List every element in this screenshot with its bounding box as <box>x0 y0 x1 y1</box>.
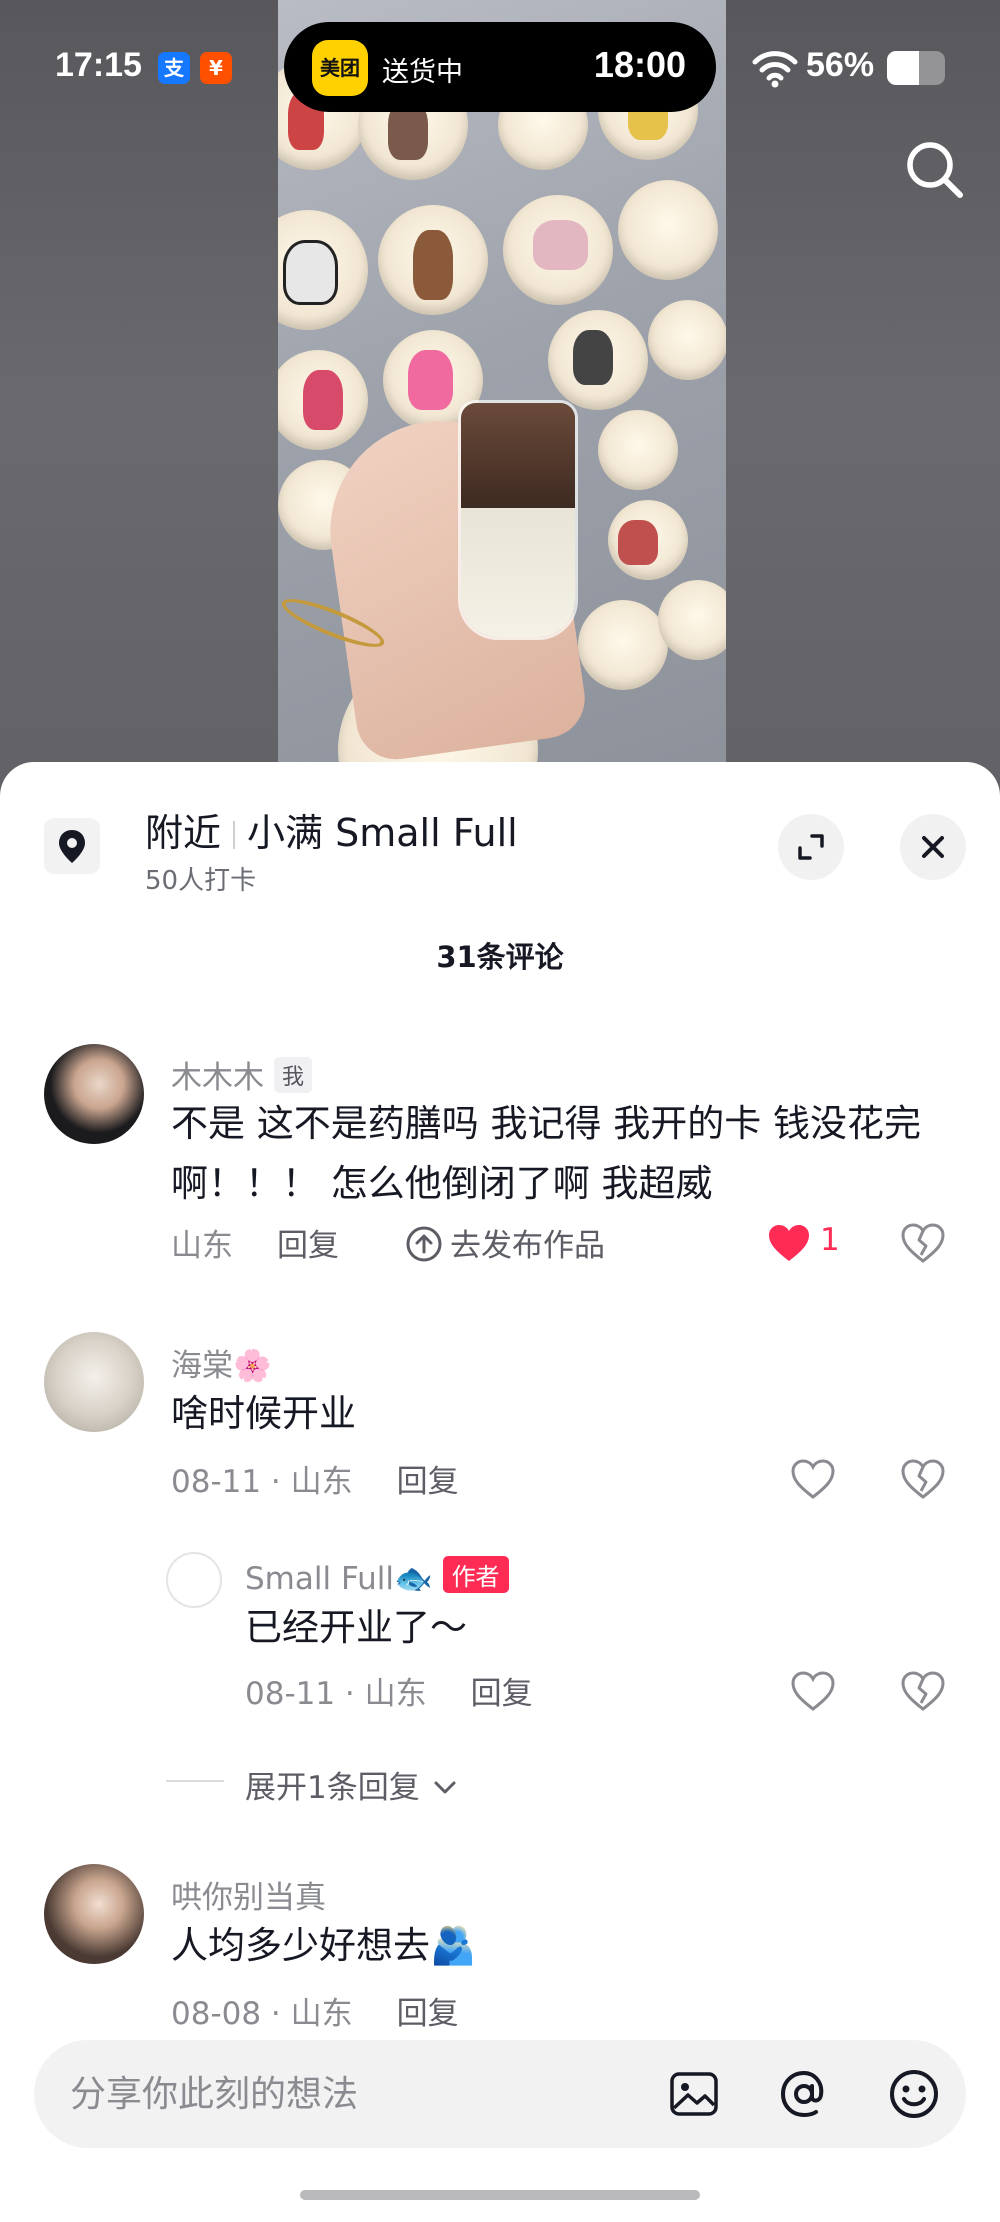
author-badge: 作者 <box>442 1556 509 1593</box>
comment-text: 已经开业了～ <box>245 1606 467 1649</box>
checkin-count: 50人打卡 <box>145 866 257 896</box>
heart-icon-liked[interactable] <box>766 1222 812 1264</box>
milk-layer <box>461 508 575 637</box>
heart-icon[interactable] <box>790 1670 836 1712</box>
publish-label: 去发布作品 <box>450 1228 605 1264</box>
search-icon[interactable] <box>900 135 970 205</box>
location-pin-icon <box>44 818 100 874</box>
meituan-logo: 美团 <box>312 40 368 96</box>
comment-item: 海棠🌸 啥时候开业 08-11 · 山东 回复 <box>0 1332 1000 1502</box>
coffee-layer <box>461 403 575 509</box>
display-niche <box>648 300 726 380</box>
comment-input[interactable] <box>70 2064 630 2124</box>
comment-location: 山东 <box>171 1228 233 1264</box>
home-indicator <box>300 2190 700 2200</box>
figurine <box>408 350 453 410</box>
expand-replies-row[interactable]: 展开1条回复 <box>0 1762 1000 1812</box>
dislike-icon[interactable] <box>900 1222 946 1264</box>
delivery-status: 送货中 <box>382 57 463 88</box>
image-icon[interactable] <box>664 2064 724 2124</box>
comment-username[interactable]: 哄你别当真 <box>171 1872 326 1917</box>
nearby-label: 附近 <box>145 811 222 855</box>
reply-button[interactable]: 回复 <box>397 1464 459 1500</box>
location-header[interactable]: 附近 小满 Small Full <box>145 802 518 857</box>
comment-item: 哄你别当真 人均多少好想去🫂 08-08 · 山东 回复 <box>0 1864 1000 2032</box>
comment-item: 木木木我 不是 这不是药膳吗 我记得 我开的卡 钱没花完啊！！！ 怎么他倒闭了啊… <box>0 1044 1000 1284</box>
close-button[interactable] <box>900 814 966 880</box>
expand-replies-button[interactable]: 展开1条回复 <box>245 1762 460 1807</box>
expand-button[interactable] <box>778 814 844 880</box>
display-niche <box>618 180 718 280</box>
comment-date-location: 08-08 · 山东 <box>171 1996 353 2032</box>
comment-count: 31条评论 <box>436 940 564 974</box>
username-text: Small Full🐟 <box>245 1561 433 1597</box>
iced-coffee-cup <box>458 400 578 640</box>
at-mention-icon[interactable] <box>774 2064 834 2124</box>
publish-work-button[interactable]: 去发布作品 <box>404 1220 605 1265</box>
comment-meta: 08-11 · 山东 回复 <box>171 1456 459 1501</box>
comment-text: 啥时候开业 <box>171 1392 356 1435</box>
expand-icon <box>798 834 824 860</box>
comment-sheet: 附近 小满 Small Full 50人打卡 31条评论 木木木我 不是 这不是药… <box>0 762 1000 2222</box>
username-text: 木木木 <box>171 1060 264 1096</box>
upload-icon <box>406 1226 442 1262</box>
figurine <box>618 520 658 565</box>
battery-icon <box>887 51 945 85</box>
shop-name: 小满 Small Full <box>247 811 518 855</box>
comment-input-bar <box>34 2040 966 2148</box>
comment-username[interactable]: 木木木我 <box>171 1052 313 1097</box>
status-time: 17:15 <box>55 46 142 84</box>
reply-button[interactable]: 回复 <box>471 1676 533 1712</box>
dynamic-island[interactable]: 美团 送货中 18:00 <box>284 22 716 112</box>
emoji-icon[interactable] <box>884 2064 944 2124</box>
comment-username[interactable]: Small Full🐟 作者 <box>245 1556 509 1597</box>
display-niche <box>658 580 726 660</box>
display-niche <box>578 600 668 690</box>
avatar[interactable] <box>44 1332 144 1432</box>
expand-replies-label: 展开1条回复 <box>245 1770 420 1806</box>
battery-level <box>887 51 920 85</box>
reply-button[interactable]: 回复 <box>277 1228 339 1264</box>
reply-button[interactable]: 回复 <box>397 1996 459 2032</box>
status-bar: 17:15 支 ¥ 美团 送货中 18:00 56% <box>0 0 1000 140</box>
close-icon <box>922 836 944 858</box>
heart-icon[interactable] <box>790 1458 836 1500</box>
figurine <box>573 330 613 385</box>
comment-meta: 山东 回复 <box>171 1220 339 1265</box>
avatar[interactable] <box>44 1044 144 1144</box>
alipay-icon: 支 <box>158 52 190 84</box>
figurine <box>303 370 343 430</box>
dislike-icon[interactable] <box>900 1458 946 1500</box>
dislike-icon[interactable] <box>900 1670 946 1712</box>
expand-divider <box>166 1780 224 1782</box>
author-avatar[interactable] <box>166 1552 222 1608</box>
avatar[interactable] <box>44 1864 144 1964</box>
comment-date-location: 08-11 · 山东 <box>245 1676 427 1712</box>
like-count: 1 <box>820 1222 840 1258</box>
reply-item: Small Full🐟 作者 已经开业了～ 08-11 · 山东 回复 <box>0 1550 1000 1712</box>
comment-text: 不是 这不是药膳吗 我记得 我开的卡 钱没花完啊！！！ 怎么他倒闭了啊 我超威 <box>171 1102 922 1205</box>
chevron-down-icon <box>434 1781 456 1794</box>
battery-percent: 56% <box>806 46 875 84</box>
delivery-time: 18:00 <box>593 44 686 85</box>
taobao-icon: ¥ <box>200 52 232 84</box>
wifi-icon <box>752 51 798 88</box>
comment-text: 人均多少好想去🫂 <box>171 1924 477 1967</box>
title-divider <box>233 821 236 849</box>
figurine <box>283 240 338 305</box>
comment-username[interactable]: 海棠🌸 <box>171 1340 272 1385</box>
comment-meta: 08-08 · 山东 回复 <box>171 1988 459 2033</box>
me-badge: 我 <box>274 1057 313 1093</box>
figurine <box>533 220 588 270</box>
display-niche <box>598 410 678 490</box>
figurine <box>413 230 453 300</box>
comment-date-location: 08-11 · 山东 <box>171 1464 353 1500</box>
comment-meta: 08-11 · 山东 回复 <box>245 1668 533 1713</box>
